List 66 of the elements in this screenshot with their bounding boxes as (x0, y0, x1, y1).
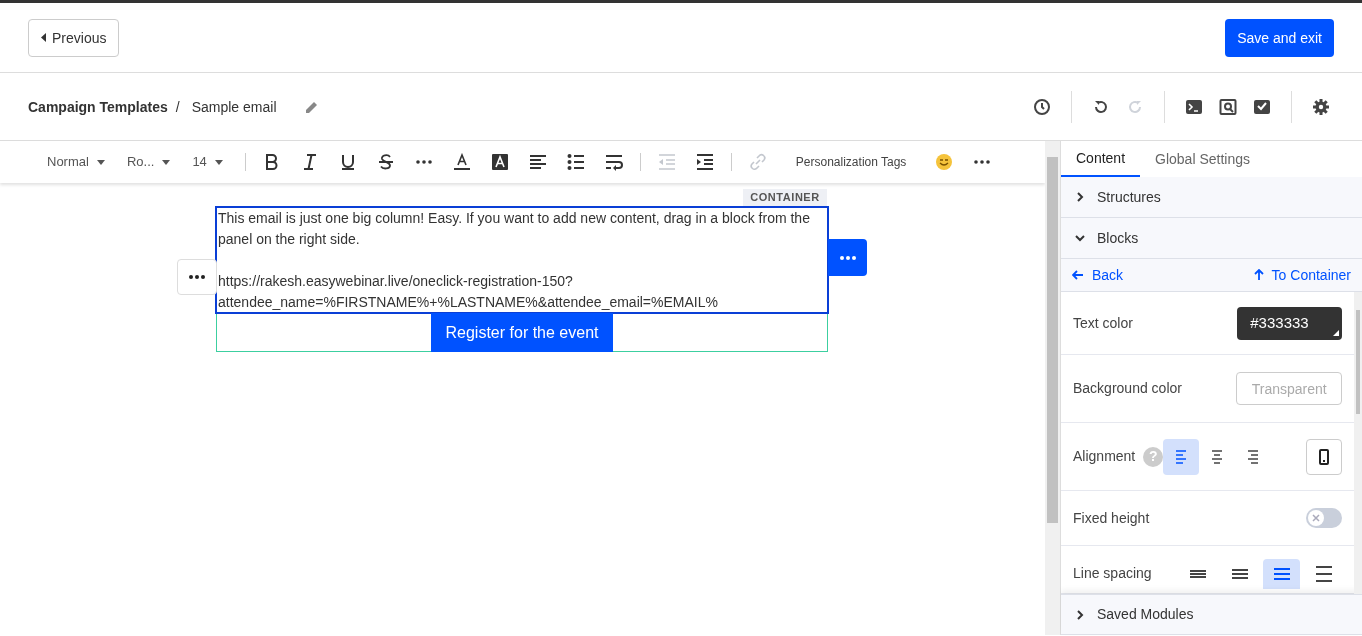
align-left-icon[interactable] (528, 153, 547, 171)
toggle-switch[interactable] (1306, 508, 1343, 528)
arrow-up-icon (1253, 269, 1264, 281)
arrow-left-icon (1072, 270, 1084, 280)
indent-icon[interactable] (695, 153, 714, 171)
field-label: Line spacing (1073, 564, 1152, 583)
align-left-icon (1175, 449, 1188, 464)
line-spacing-icon (1314, 565, 1333, 582)
template-name: Sample email (191, 97, 277, 117)
to-container-link[interactable]: To Container (1253, 264, 1351, 286)
url-text: attendee_name=%FIRSTNAME%+%LASTNAME%&attendee_email=%EMAIL% (218, 293, 719, 312)
personalization-tags-button[interactable]: Personalization Tags (795, 153, 907, 171)
line-spacing-icon (1272, 565, 1291, 582)
color-input[interactable]: Transparent (1236, 372, 1343, 405)
phone-icon (1319, 448, 1330, 465)
back-link[interactable]: Back (1072, 264, 1124, 286)
checkbox-icon[interactable] (1253, 97, 1271, 116)
dropdown[interactable]: 14 (192, 152, 223, 172)
color-picker[interactable]: #333333 (1237, 306, 1343, 340)
caret-left-icon (41, 33, 46, 42)
field-label: Alignment (1073, 447, 1136, 466)
url-text: https://rakesh.easywebinar.live/oneclick-registration-150? (218, 272, 574, 291)
caret-down-icon (214, 159, 223, 165)
row-options-button[interactable] (828, 239, 867, 276)
more-icon (188, 274, 206, 280)
corner-icon (1333, 329, 1340, 336)
emoji-icon[interactable] (935, 153, 954, 171)
dropdown[interactable]: Ro... (126, 152, 171, 172)
text-color-icon[interactable] (452, 153, 471, 171)
field-label: Text color (1073, 313, 1133, 333)
align-option[interactable] (1163, 438, 1200, 475)
section-header[interactable]: Saved Modules (1061, 594, 1362, 635)
text-wrap-icon[interactable] (604, 153, 623, 171)
more-icon (838, 254, 857, 261)
strikethrough-icon[interactable] (376, 153, 395, 171)
breadcrumb-separator: / (175, 97, 180, 117)
terminal-icon[interactable] (1185, 97, 1203, 116)
settings-icon[interactable] (1312, 97, 1330, 116)
align-center-icon (1211, 449, 1224, 464)
body-paragraph: This email is just one big column! Easy. If you want to add new content, drag in a block from the panel on the right side. (218, 209, 811, 249)
caret-down-icon (162, 159, 171, 165)
panel-tab[interactable]: Content (1061, 141, 1141, 177)
section-header[interactable]: Blocks (1061, 218, 1362, 259)
mobile-toggle[interactable] (1306, 438, 1343, 475)
previous-button[interactable]: Previous (28, 18, 120, 57)
breadcrumb-link[interactable]: Campaign Templates (28, 96, 168, 117)
highlight-icon[interactable] (490, 153, 509, 171)
field-label: Fixed height (1073, 508, 1150, 528)
caret-down-icon (96, 159, 105, 165)
dropdown[interactable]: Normal (47, 152, 105, 172)
scrollbar[interactable] (1045, 141, 1060, 635)
scrollbar[interactable] (1354, 292, 1362, 594)
container-label: CONTAINER (743, 189, 827, 206)
section-header[interactable]: Structures (1061, 177, 1362, 218)
save-and-exit-button[interactable]: Save and exit (1225, 18, 1334, 57)
preview-icon[interactable] (1219, 97, 1237, 116)
pencil-icon[interactable] (304, 99, 319, 114)
register-button[interactable]: Register for the event (431, 313, 613, 352)
panel-tab[interactable]: Global Settings (1140, 141, 1265, 177)
line-spacing-option[interactable] (1263, 558, 1301, 589)
history-icon[interactable] (1033, 97, 1051, 116)
close-icon (1312, 514, 1321, 522)
bullet-list-icon[interactable] (566, 153, 585, 171)
align-right-icon (1247, 449, 1260, 464)
field-label: Background color (1073, 379, 1182, 398)
block-options-button[interactable] (177, 259, 217, 295)
